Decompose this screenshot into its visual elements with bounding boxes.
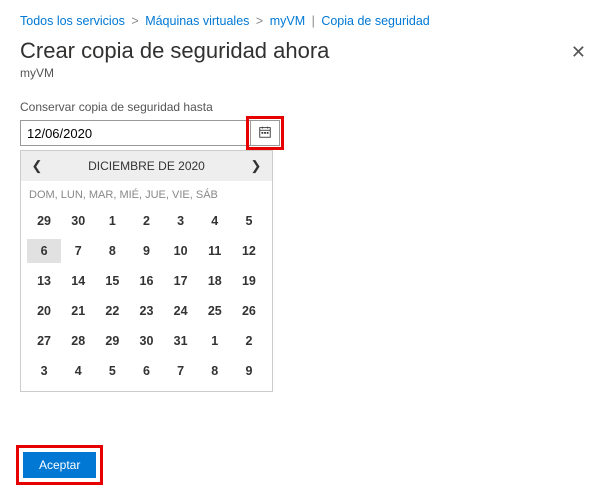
calendar-day[interactable]: 14 bbox=[61, 269, 95, 293]
calendar-day[interactable]: 29 bbox=[95, 329, 129, 353]
calendar-grid: 2930123456789101112131415161718192021222… bbox=[21, 207, 272, 391]
calendar-day[interactable]: 31 bbox=[164, 329, 198, 353]
calendar-day[interactable]: 12 bbox=[232, 239, 266, 263]
calendar-prev-month[interactable]: ❮ bbox=[27, 158, 47, 174]
breadcrumb-item-current[interactable]: Copia de seguridad bbox=[321, 14, 429, 28]
calendar-day[interactable]: 26 bbox=[232, 299, 266, 323]
calendar-day[interactable]: 29 bbox=[27, 209, 61, 233]
calendar-day[interactable]: 25 bbox=[198, 299, 232, 323]
calendar-day[interactable]: 15 bbox=[95, 269, 129, 293]
calendar-day[interactable]: 3 bbox=[27, 359, 61, 383]
calendar-day[interactable]: 11 bbox=[198, 239, 232, 263]
calendar-day[interactable]: 18 bbox=[198, 269, 232, 293]
calendar-day[interactable]: 24 bbox=[164, 299, 198, 323]
breadcrumb-sep: | bbox=[312, 14, 315, 28]
calendar-day[interactable]: 21 bbox=[61, 299, 95, 323]
calendar-day[interactable]: 6 bbox=[27, 239, 61, 263]
calendar-days-of-week: DOM, LUN, MAR, MIÉ, JUE, VIE, SÁB bbox=[21, 181, 272, 207]
calendar-day[interactable]: 7 bbox=[164, 359, 198, 383]
calendar-day[interactable]: 4 bbox=[198, 209, 232, 233]
calendar-next-month[interactable]: ❯ bbox=[246, 158, 266, 174]
calendar-day[interactable]: 4 bbox=[61, 359, 95, 383]
calendar-day[interactable]: 8 bbox=[198, 359, 232, 383]
breadcrumb-item[interactable]: Máquinas virtuales bbox=[145, 14, 249, 28]
calendar-day[interactable]: 20 bbox=[27, 299, 61, 323]
calendar-day[interactable]: 23 bbox=[129, 299, 163, 323]
calendar-day[interactable]: 22 bbox=[95, 299, 129, 323]
calendar-day[interactable]: 5 bbox=[95, 359, 129, 383]
breadcrumb-item[interactable]: Todos los servicios bbox=[20, 14, 125, 28]
calendar-day[interactable]: 16 bbox=[129, 269, 163, 293]
breadcrumb-item[interactable]: myVM bbox=[270, 14, 305, 28]
calendar-day[interactable]: 19 bbox=[232, 269, 266, 293]
breadcrumb-sep: > bbox=[131, 14, 138, 28]
calendar-day[interactable]: 30 bbox=[61, 209, 95, 233]
calendar-day[interactable]: 1 bbox=[198, 329, 232, 353]
calendar-day[interactable]: 30 bbox=[129, 329, 163, 353]
calendar-day[interactable]: 13 bbox=[27, 269, 61, 293]
calendar-day[interactable]: 5 bbox=[232, 209, 266, 233]
calendar-day[interactable]: 1 bbox=[95, 209, 129, 233]
calendar-day[interactable]: 9 bbox=[129, 239, 163, 263]
calendar-day[interactable]: 3 bbox=[164, 209, 198, 233]
calendar-header: ❮ DICIEMBRE DE 2020 ❯ bbox=[21, 151, 272, 181]
retain-until-label: Conservar copia de seguridad hasta bbox=[20, 100, 592, 114]
page-subtitle: myVM bbox=[20, 66, 329, 80]
calendar-day[interactable]: 2 bbox=[232, 329, 266, 353]
page-title: Crear copia de seguridad ahora bbox=[20, 38, 329, 64]
calendar-day[interactable]: 2 bbox=[129, 209, 163, 233]
calendar-day[interactable]: 8 bbox=[95, 239, 129, 263]
close-button[interactable]: ✕ bbox=[565, 38, 592, 67]
calendar-button[interactable] bbox=[250, 120, 280, 146]
accept-button[interactable]: Aceptar bbox=[23, 452, 96, 478]
retain-until-input[interactable] bbox=[20, 120, 250, 146]
calendar-icon bbox=[258, 125, 272, 142]
calendar-day[interactable]: 6 bbox=[129, 359, 163, 383]
calendar-day[interactable]: 17 bbox=[164, 269, 198, 293]
calendar-day[interactable]: 27 bbox=[27, 329, 61, 353]
breadcrumb-sep: > bbox=[256, 14, 263, 28]
breadcrumb: Todos los servicios > Máquinas virtuales… bbox=[20, 14, 592, 28]
calendar-day[interactable]: 10 bbox=[164, 239, 198, 263]
calendar-day[interactable]: 9 bbox=[232, 359, 266, 383]
calendar-day[interactable]: 28 bbox=[61, 329, 95, 353]
date-picker: ❮ DICIEMBRE DE 2020 ❯ DOM, LUN, MAR, MIÉ… bbox=[20, 150, 273, 392]
calendar-month-title[interactable]: DICIEMBRE DE 2020 bbox=[47, 159, 246, 173]
calendar-day[interactable]: 7 bbox=[61, 239, 95, 263]
